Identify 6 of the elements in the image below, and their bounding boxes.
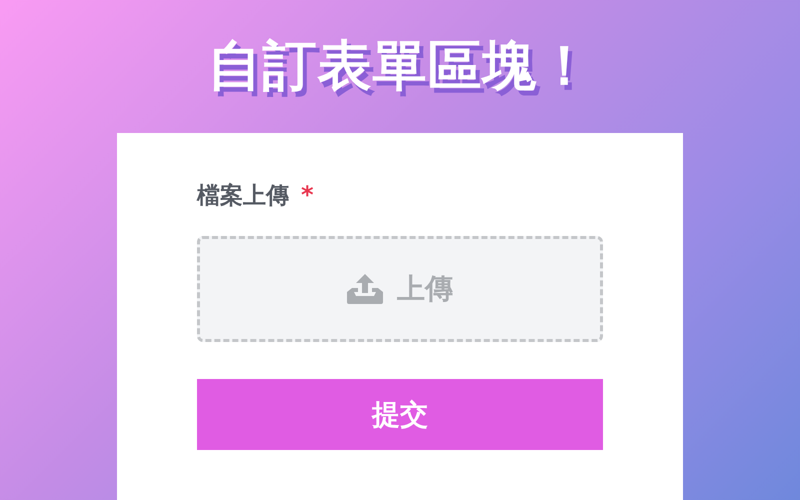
upload-icon — [347, 274, 383, 304]
upload-button[interactable]: 上傳 — [197, 236, 603, 342]
submit-button[interactable]: 提交 — [197, 379, 603, 450]
field-label: 檔案上傳 — [197, 182, 289, 210]
required-mark: * — [301, 181, 314, 209]
page-heading: 自訂表單區塊！ — [208, 33, 592, 99]
